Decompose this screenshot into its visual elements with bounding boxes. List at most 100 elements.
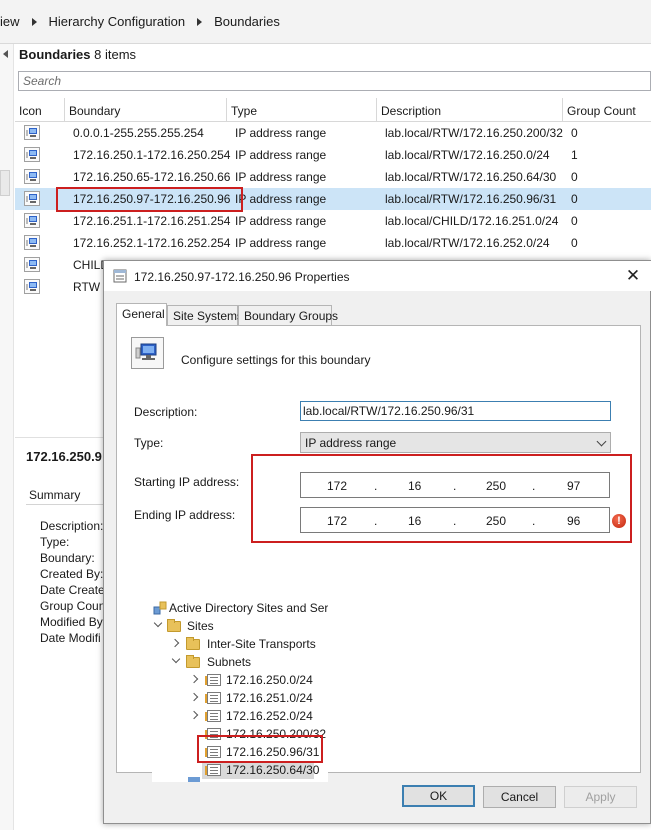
cell-group-count: 0	[571, 236, 578, 250]
table-row[interactable]: 0.0.0.1-255.255.255.254 IP address range l…	[15, 122, 651, 144]
expand-icon[interactable]	[170, 638, 180, 648]
tree-label: Subnets	[207, 655, 252, 669]
summary-field-label: Date Modifi	[40, 631, 101, 645]
breadcrumb-item-boundaries[interactable]: Boundaries	[214, 14, 280, 29]
pane-tab[interactable]	[0, 170, 10, 196]
column-header-type[interactable]: Type	[231, 104, 257, 118]
tree-label: Active Directory Sites and Serv	[169, 601, 328, 615]
cell-type: IP address range	[235, 192, 327, 206]
tree-node-subnet[interactable]: 172.16.252.0/24	[189, 707, 328, 725]
cell-description: lab.local/CHILD/172.16.251.0/24	[385, 214, 559, 228]
subnet-icon	[205, 692, 221, 704]
tab-general[interactable]: General	[116, 303, 167, 326]
tree-label: Inter-Site Transports	[207, 637, 316, 651]
subnet-icon	[205, 710, 221, 722]
dialog-title: 172.16.250.97-172.16.250.96 Properties	[134, 270, 350, 284]
summary-field-label: Modified By	[40, 615, 103, 629]
expand-icon[interactable]	[189, 674, 199, 684]
boundary-icon	[24, 279, 40, 294]
breadcrumb: iew Hierarchy Configuration Boundaries	[0, 0, 651, 44]
chevron-down-icon	[596, 436, 607, 447]
folder-icon	[186, 637, 200, 650]
tree-node-subnet[interactable]: 172.16.251.0/24	[189, 689, 328, 707]
tab-boundary-groups[interactable]: Boundary Groups	[238, 305, 338, 325]
column-header-boundary[interactable]: Boundary	[69, 104, 120, 118]
column-divider	[562, 98, 563, 122]
table-row[interactable]: 172.16.250.65-172.16.250.66 IP address ra…	[15, 166, 651, 188]
column-header-group-count[interactable]: Group Count	[567, 104, 636, 118]
close-icon[interactable]: ✕	[623, 266, 643, 286]
annotation-highlight-subnet	[197, 735, 323, 763]
boundary-icon	[24, 147, 40, 162]
dialog-header-text: Configure settings for this boundary	[181, 353, 371, 367]
type-select[interactable]: IP address range	[300, 432, 611, 453]
list-item-count: 8 items	[94, 47, 137, 62]
tree-label: 172.16.252.0/24	[226, 709, 313, 723]
list-title-label: Boundaries	[19, 47, 91, 62]
breadcrumb-item-root[interactable]: iew	[0, 14, 20, 29]
search-input[interactable]: Search	[18, 71, 651, 91]
cell-group-count: 1	[571, 148, 578, 162]
breadcrumb-item-hierarchy[interactable]: Hierarchy Configuration	[49, 14, 186, 29]
tree-node-subnets[interactable]: Subnets	[152, 653, 328, 671]
boundary-icon	[24, 125, 40, 140]
description-field[interactable]: lab.local/RTW/172.16.250.96/31	[300, 401, 611, 421]
type-select-value: IP address range	[305, 436, 397, 450]
annotation-highlight-ip-range	[251, 454, 632, 543]
table-row[interactable]: 172.16.250.1-172.16.250.254 IP address ra…	[15, 144, 651, 166]
cell-type: IP address range	[235, 170, 327, 184]
apply-button[interactable]: Apply	[564, 786, 637, 808]
table-row[interactable]: 172.16.251.1-172.16.251.254 IP address ra…	[15, 210, 651, 232]
cell-group-count: 0	[571, 214, 578, 228]
cancel-button[interactable]: Cancel	[483, 786, 556, 808]
cell-boundary: 172.16.250.65-172.16.250.66	[73, 170, 231, 184]
list-title: Boundaries 8 items	[19, 47, 136, 62]
details-divider	[15, 437, 110, 438]
boundary-icon	[24, 257, 40, 272]
cell-description: lab.local/RTW/172.16.250.0/24	[385, 148, 550, 162]
cell-boundary: 172.16.251.1-172.16.251.254	[73, 214, 231, 228]
properties-icon	[113, 269, 127, 283]
expand-icon[interactable]	[189, 710, 199, 720]
cell-boundary: 172.16.252.1-172.16.252.254	[73, 236, 231, 250]
summary-divider	[26, 504, 106, 505]
expand-icon[interactable]	[189, 692, 199, 702]
tab-site-systems[interactable]: Site Systems	[167, 305, 243, 325]
cell-description: lab.local/RTW/172.16.250.200/32	[385, 126, 563, 140]
tree-node-root[interactable]: Active Directory Sites and Serv	[152, 599, 328, 617]
cell-description: lab.local/RTW/172.16.250.64/30	[385, 170, 557, 184]
table-header: Icon Boundary Type Description Group Cou…	[15, 98, 651, 122]
tree-label: 172.16.250.0/24	[226, 673, 313, 687]
tree-label: Sites	[187, 619, 214, 633]
summary-field-label: Boundary:	[40, 551, 95, 565]
summary-field-label: Type:	[40, 535, 70, 549]
folder-icon	[186, 655, 200, 668]
tree-node-subnet[interactable]: 172.16.250.64/30	[202, 761, 319, 779]
cell-type: IP address range	[235, 214, 327, 228]
partial-node-icon	[188, 777, 200, 782]
cell-type: IP address range	[235, 126, 327, 140]
column-header-icon[interactable]: Icon	[19, 104, 42, 118]
column-divider	[376, 98, 377, 122]
boundary-icon	[24, 213, 40, 228]
collapse-arrow-icon[interactable]	[3, 50, 8, 58]
chevron-right-icon	[31, 17, 37, 26]
cell-group-count: 0	[571, 126, 578, 140]
annotation-highlight-boundary	[56, 187, 243, 212]
expand-icon[interactable]	[153, 618, 163, 628]
properties-dialog: 172.16.250.97-172.16.250.96 Properties ✕…	[103, 260, 651, 824]
tree-node-sites[interactable]: Sites	[152, 617, 328, 635]
boundary-icon	[24, 169, 40, 184]
tree-label: 172.16.251.0/24	[226, 691, 313, 705]
column-header-description[interactable]: Description	[381, 104, 441, 118]
tree-node-subnet[interactable]: 172.16.250.0/24	[189, 671, 328, 689]
tree-node-inter-site[interactable]: Inter-Site Transports	[152, 635, 328, 653]
summary-field-label: Description:	[40, 519, 104, 533]
summary-field-label: Created By:	[40, 567, 104, 581]
cell-boundary: 0.0.0.1-255.255.255.254	[73, 126, 204, 140]
cell-boundary: RTW	[73, 280, 101, 294]
expand-icon[interactable]	[171, 654, 181, 664]
table-row[interactable]: 172.16.252.1-172.16.252.254 IP address ra…	[15, 232, 651, 254]
ok-button[interactable]: OK	[402, 785, 475, 807]
summary-field-label: Group Coun	[40, 599, 104, 613]
